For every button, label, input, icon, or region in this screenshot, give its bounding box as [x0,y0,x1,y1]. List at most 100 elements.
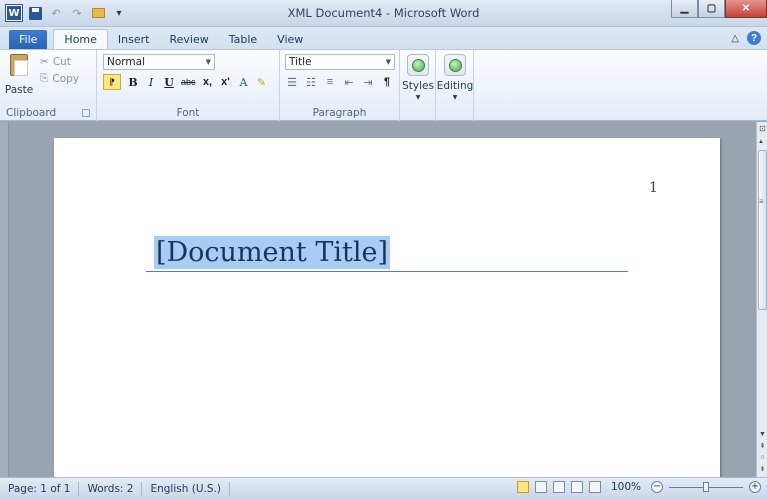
styles-group: Styles ▼ [400,50,436,121]
numbering-icon[interactable]: ☷ [305,74,317,90]
chevron-down-icon: ▼ [385,58,391,66]
align-icon[interactable]: ≡ [324,74,336,90]
paragraph-group: Title ▼ ☰ ☷ ≡ ⇤ ⇥ ¶ Paragraph [280,50,400,121]
paste-label: Paste [4,84,34,96]
increase-indent-icon[interactable]: ⇥ [362,74,374,90]
change-styles-button[interactable]: ⁋ [103,74,121,90]
editing-button[interactable]: Editing ▼ [436,54,474,101]
paragraph-style-dropdown[interactable]: Title ▼ [285,54,395,70]
thumb-grip-icon: ≡ [759,197,764,206]
scroll-thumb[interactable] [758,150,767,310]
outline-view-icon[interactable] [570,481,583,493]
word-count[interactable]: Words: 2 [79,482,143,496]
paragraph-group-label: Paragraph [312,107,367,119]
styles-label: Styles [402,80,434,92]
tab-file[interactable]: File [9,30,48,49]
editing-icon [444,54,466,76]
vertical-scrollbar[interactable]: ⊡ ▲ ≡ ▼ ⇞ ○ ⇟ [756,122,767,477]
tab-review[interactable]: Review [159,30,218,49]
close-icon: ✕ [741,3,751,14]
full-screen-reading-icon[interactable] [534,481,547,493]
zoom-in-button[interactable]: + [749,481,761,493]
styles-icon [407,54,429,76]
font-color-button[interactable]: A [238,74,250,90]
bullets-icon[interactable]: ☰ [286,74,298,90]
title-bar: W ↶ ↷ ▾ XML Document4 - Microsoft Word ▁… [0,0,767,27]
maximize-icon: ▢ [706,3,717,14]
italic-button[interactable]: I [145,74,157,90]
cut-label: Cut [52,56,71,68]
scroll-nav-buttons: ▼ ⇞ ○ ⇟ [758,431,767,473]
font-format-row: ⁋ B I U abc x, x' A ✎ [103,74,268,90]
copy-label: Copy [52,72,80,85]
tab-view[interactable]: View [267,30,313,49]
bold-button[interactable]: B [127,74,139,90]
tab-bar-right: △ ? [731,31,761,45]
scroll-up-icon[interactable]: ▲ [758,139,764,145]
language-indicator[interactable]: English (U.S.) [142,482,230,496]
chevron-down-icon: ▼ [415,94,421,101]
zoom-slider[interactable] [669,481,743,492]
styles-pane-icon: ⁋ [109,76,115,87]
ribbon: Paste ✂ Cut ⎘ Copy Clipboard Normal ▼ ⁋ … [0,49,767,121]
print-layout-view-icon[interactable] [516,481,529,493]
styles-button[interactable]: Styles ▼ [401,54,435,101]
strikethrough-button[interactable]: abc [181,74,196,90]
scroll-down-icon[interactable]: ▼ [759,431,766,438]
page-number: 1 [649,180,658,196]
document-title[interactable]: [Document Title] [154,236,390,269]
clipboard-group: Paste ✂ Cut ⎘ Copy Clipboard [0,50,97,121]
zoom-out-button[interactable]: − [651,481,663,493]
draft-view-icon[interactable] [588,481,601,493]
cut-button[interactable]: ✂ Cut [40,56,71,68]
tab-home[interactable]: Home [53,29,108,49]
paragraph-format-row: ☰ ☷ ≡ ⇤ ⇥ ¶ [286,74,393,90]
status-bar: Page: 1 of 1 Words: 2 English (U.S.) 100… [0,477,767,500]
title-underline [146,271,628,272]
paste-icon [10,54,28,76]
subscript-button[interactable]: x, [202,74,214,90]
minimize-icon: ▁ [680,3,689,14]
left-margin-bar [0,122,9,477]
minimize-button[interactable]: ▁ [671,0,698,18]
font-group: Normal ▼ ⁋ B I U abc x, x' A ✎ Font [97,50,280,121]
zoom-level[interactable]: 100% [611,481,641,493]
scissors-icon: ✂ [40,56,49,68]
next-page-icon[interactable]: ⇟ [760,465,766,473]
clipboard-dialog-launcher-icon[interactable] [82,109,90,117]
page-count[interactable]: Page: 1 of 1 [0,482,80,496]
tab-table[interactable]: Table [219,30,267,49]
close-button[interactable]: ✕ [725,0,767,18]
style-dropdown[interactable]: Normal ▼ [103,54,215,70]
highlighter-icon[interactable]: ✎ [256,74,268,90]
web-layout-icon[interactable] [552,481,565,493]
ribbon-tabs: File Home Insert Review Table View △ ? [0,27,767,49]
paste-button[interactable]: Paste [4,54,34,98]
show-formatting-button[interactable]: ¶ [381,74,393,90]
copy-icon: ⎘ [40,72,49,84]
decrease-indent-icon[interactable]: ⇤ [343,74,355,90]
previous-page-icon[interactable]: ⇞ [760,442,766,450]
style-dropdown-value: Normal [107,56,145,68]
underline-button[interactable]: U [163,74,175,90]
window-controls: ▁ ▢ ✕ [671,0,767,18]
chevron-down-icon: ▼ [452,94,458,101]
paragraph-style-value: Title [289,56,312,68]
maximize-button[interactable]: ▢ [698,0,725,18]
superscript-button[interactable]: x' [220,74,232,90]
zoom-slider-knob[interactable] [703,481,709,492]
view-and-zoom-controls: 100% − + [516,481,761,493]
document-workspace: 1 [Document Title] [9,122,756,477]
document-page[interactable]: 1 [Document Title] [54,138,720,477]
copy-button[interactable]: ⎘ Copy [40,72,79,85]
browse-object-icon[interactable]: ○ [760,454,764,461]
editing-label: Editing [436,80,474,92]
font-group-label: Font [176,107,200,119]
editing-group: Editing ▼ [436,50,474,121]
chevron-down-icon: ▼ [205,58,211,66]
minimize-ribbon-icon[interactable]: △ [731,33,739,44]
ruler-toggle-icon[interactable]: ⊡ [758,124,767,136]
window-title: XML Document4 - Microsoft Word [287,6,480,20]
help-icon[interactable]: ? [747,31,761,45]
tab-insert[interactable]: Insert [108,30,160,49]
